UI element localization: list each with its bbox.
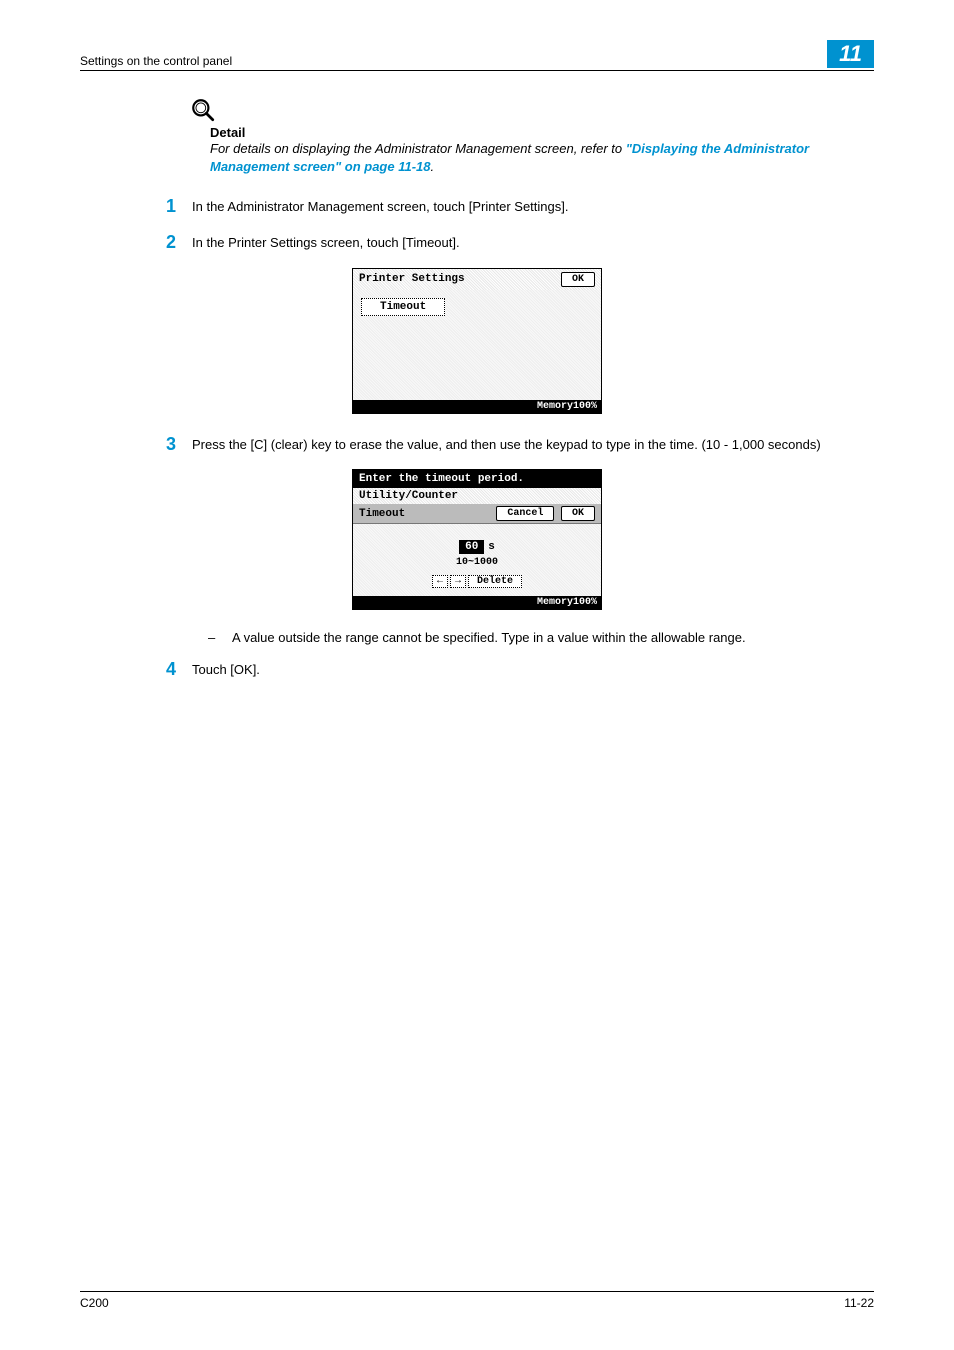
screen2-section: Timeout xyxy=(359,508,405,520)
step-2-text: In the Printer Settings screen, touch [T… xyxy=(192,232,874,254)
timeout-value-display: 60 s xyxy=(459,538,495,553)
header-section-title: Settings on the control panel xyxy=(80,54,232,68)
footer-page: 11-22 xyxy=(844,1296,874,1310)
screen1-ok-button[interactable]: OK xyxy=(561,272,595,287)
detail-prefix: For details on displaying the Administra… xyxy=(210,141,626,156)
chapter-number-badge: 11 xyxy=(827,40,874,68)
timeout-value: 60 xyxy=(459,540,484,554)
screen2-ok-button[interactable]: OK xyxy=(561,506,595,521)
step-4-text: Touch [OK]. xyxy=(192,659,874,681)
step-1-number: 1 xyxy=(152,196,192,218)
screen2-body: 60 s 10~1000 ←→Delete xyxy=(353,524,601,596)
dash-icon: – xyxy=(208,630,232,645)
footer-model: C200 xyxy=(80,1296,109,1310)
step-2-number: 2 xyxy=(152,232,192,254)
step-3-number: 3 xyxy=(152,434,192,456)
timeout-entry-screen: Enter the timeout period. Utility/Counte… xyxy=(352,469,602,610)
detail-suffix: . xyxy=(431,159,435,174)
screenshot-2-wrap: Enter the timeout period. Utility/Counte… xyxy=(80,469,874,610)
detail-text: For details on displaying the Administra… xyxy=(210,140,874,176)
detail-callout: Detail For details on displaying the Adm… xyxy=(190,97,874,176)
step-3-text: Press the [C] (clear) key to erase the v… xyxy=(192,434,874,456)
step-3: 3 Press the [C] (clear) key to erase the… xyxy=(80,434,874,456)
delete-button[interactable]: Delete xyxy=(468,575,522,588)
step-4-number: 4 xyxy=(152,659,192,681)
page-footer: C200 11-22 xyxy=(80,1291,874,1310)
detail-label: Detail xyxy=(210,125,874,140)
step-1: 1 In the Administrator Management screen… xyxy=(80,196,874,218)
screen1-title: Printer Settings xyxy=(359,273,465,285)
screen2-cancel-button[interactable]: Cancel xyxy=(496,506,554,521)
step-2: 2 In the Printer Settings screen, touch … xyxy=(80,232,874,254)
step-4: 4 Touch [OK]. xyxy=(80,659,874,681)
timeout-button[interactable]: Timeout xyxy=(361,298,445,316)
printer-settings-screen: Printer Settings OK Timeout Memory100% xyxy=(352,268,602,414)
screen2-header: Timeout Cancel OK xyxy=(353,504,601,524)
screen1-memory: Memory100% xyxy=(353,400,601,413)
timeout-unit: s xyxy=(488,541,495,553)
screen2-breadcrumb: Utility/Counter xyxy=(353,488,601,504)
page-header: Settings on the control panel 11 xyxy=(80,40,874,71)
step-3-note: – A value outside the range cannot be sp… xyxy=(208,630,874,645)
timeout-range: 10~1000 xyxy=(361,557,593,568)
keypad-row: ←→Delete xyxy=(361,572,593,588)
arrow-right-button[interactable]: → xyxy=(450,575,466,588)
magnifier-icon xyxy=(190,97,874,123)
arrow-left-button[interactable]: ← xyxy=(432,575,448,588)
screen1-header: Printer Settings OK xyxy=(353,269,601,290)
step-1-text: In the Administrator Management screen, … xyxy=(192,196,874,218)
step-3-note-text: A value outside the range cannot be spec… xyxy=(232,630,746,645)
screen2-memory: Memory100% xyxy=(353,596,601,609)
screen2-instruction: Enter the timeout period. xyxy=(353,470,601,488)
screenshot-1-wrap: Printer Settings OK Timeout Memory100% xyxy=(80,268,874,414)
screen1-body: Timeout xyxy=(353,290,601,400)
